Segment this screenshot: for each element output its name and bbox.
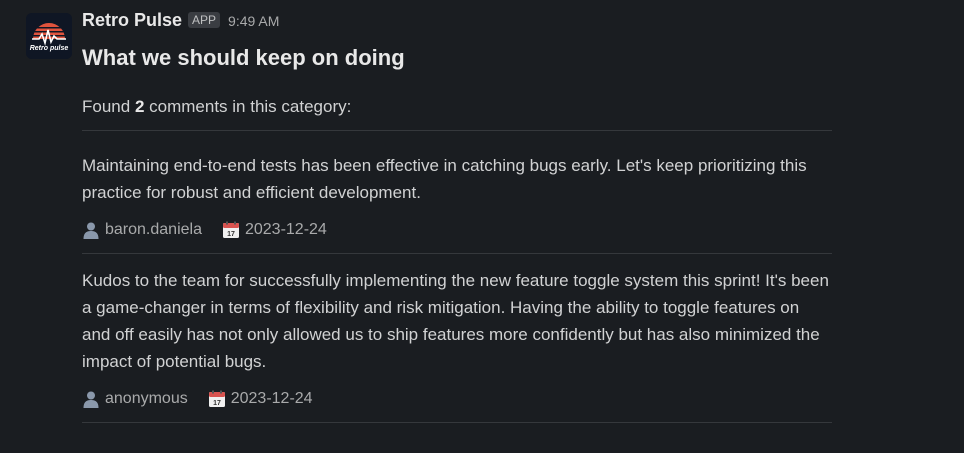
comment-author: baron.daniela [105,221,202,238]
calendar-icon: 17 [208,390,226,408]
app-name-link[interactable]: Retro Pulse [82,10,182,31]
found-prefix: Found [82,97,131,116]
svg-text:17: 17 [227,231,235,238]
message-body: Retro Pulse APP 9:49 AM What we should k… [82,10,832,423]
calendar-icon: 17 [222,221,240,239]
user-icon [82,390,100,408]
app-badge: APP [188,12,221,28]
found-count: 2 [134,97,145,116]
comment-meta: baron.daniela 17 2023-12-24 [82,219,832,241]
avatar-text: Retro pulse [30,45,69,52]
message-timestamp[interactable]: 9:49 AM [228,13,279,29]
retro-pulse-logo-icon: Retro pulse [26,13,72,59]
svg-text:17: 17 [213,400,221,407]
app-message: Retro pulse Retro Pulse APP 9:49 AM What… [0,0,964,453]
found-summary: Found 2 comments in this category: [82,95,832,119]
comment-author: anonymous [105,390,188,407]
found-suffix: comments in this category: [149,97,352,116]
comment-text: Kudos to the team for successfully imple… [82,271,829,371]
user-icon [82,221,100,239]
divider [82,130,832,131]
category-title: What we should keep on doing [82,45,405,70]
message-header: Retro Pulse APP 9:49 AM [82,10,832,36]
app-avatar[interactable]: Retro pulse [26,13,72,59]
divider [82,422,832,423]
comment-meta: anonymous 17 2023-12-24 [82,388,832,410]
comment-date: 2023-12-24 [244,221,327,238]
comment-text: Maintaining end-to-end tests has been ef… [82,156,807,202]
divider [82,253,832,254]
comment-date: 2023-12-24 [230,390,313,407]
